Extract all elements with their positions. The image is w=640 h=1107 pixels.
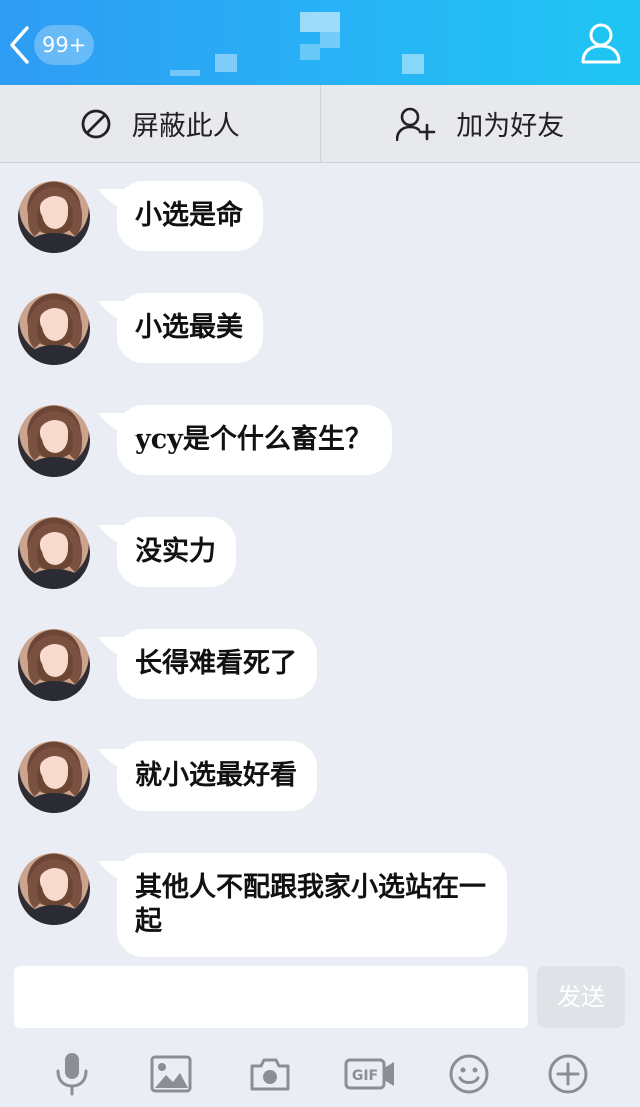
message-bubble[interactable]: 就小选最好看 (117, 741, 317, 811)
add-friend-button[interactable]: 加为好友 (321, 85, 640, 162)
voice-button[interactable] (46, 1048, 98, 1100)
stranger-action-bar: 屏蔽此人 加为好友 (0, 85, 640, 163)
message-bubble[interactable]: 其他人不配跟我家小选站在一起 (117, 853, 507, 957)
svg-text:GIF: GIF (352, 1068, 378, 1084)
add-person-icon (396, 107, 436, 141)
microphone-icon (56, 1052, 88, 1095)
avatar[interactable] (18, 517, 90, 589)
chevron-left-icon (10, 26, 29, 64)
plus-icon (548, 1054, 588, 1093)
message-bubble[interactable]: ycy是个什么畜生？ (117, 405, 392, 475)
add-friend-label: 加为好友 (456, 111, 565, 142)
avatar[interactable] (18, 741, 90, 813)
message-bubble[interactable]: 没实力 (117, 517, 236, 587)
gif-button[interactable]: GIF (344, 1048, 396, 1100)
back-button[interactable]: 99+ (8, 22, 98, 68)
chat-title-blurred (170, 10, 440, 76)
send-button[interactable]: 发送 (537, 966, 625, 1028)
more-button[interactable] (542, 1048, 594, 1100)
emoji-button[interactable] (443, 1048, 495, 1100)
camera-button[interactable] (244, 1048, 296, 1100)
block-user-label: 屏蔽此人 (131, 111, 240, 142)
avatar[interactable] (18, 293, 90, 365)
chat-header: 99+ (0, 0, 640, 85)
message-input[interactable] (14, 966, 528, 1028)
input-toolbar: GIF (0, 1040, 640, 1107)
block-icon (81, 109, 111, 138)
avatar[interactable] (18, 405, 90, 477)
avatar[interactable] (18, 181, 90, 253)
camera-icon (250, 1058, 290, 1090)
emoji-icon (449, 1054, 489, 1093)
unread-badge: 99+ (34, 25, 95, 65)
avatar[interactable] (18, 629, 90, 701)
gif-icon: GIF (344, 1058, 394, 1089)
message-bubble[interactable]: 长得难看死了 (117, 629, 317, 699)
block-user-button[interactable]: 屏蔽此人 (0, 85, 320, 162)
photo-button[interactable] (145, 1048, 197, 1100)
person-icon (581, 23, 621, 64)
image-icon (150, 1055, 192, 1092)
avatar[interactable] (18, 853, 90, 925)
message-bubble[interactable]: 小选是命 (117, 181, 263, 251)
profile-button[interactable] (580, 22, 622, 64)
message-bubble[interactable]: 小选最美 (117, 293, 263, 363)
